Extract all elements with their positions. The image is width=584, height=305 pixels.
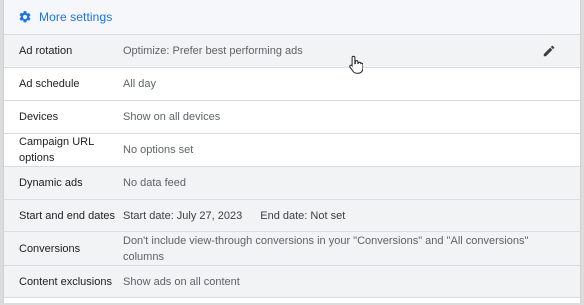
- edit-pencil-icon[interactable]: [542, 44, 556, 58]
- setting-label: Ad rotation: [19, 45, 73, 57]
- setting-row-conversions[interactable]: Conversions Don't include view-through c…: [4, 232, 580, 266]
- setting-label: Dynamic ads: [19, 177, 83, 189]
- more-settings-title[interactable]: More settings: [39, 10, 112, 24]
- hand-cursor-icon: [349, 55, 364, 74]
- setting-label: Start and end dates: [19, 209, 116, 222]
- start-date-value: Start date: July 27, 2023: [123, 209, 243, 222]
- more-settings-panel: More settings Ad rotation Optimize: Pref…: [3, 0, 581, 303]
- end-date-value: End date: Not set: [260, 209, 346, 222]
- setting-row-campaign-url-options[interactable]: Campaign URL options No options set: [4, 134, 580, 167]
- setting-value: All day: [123, 78, 157, 90]
- setting-value: Don't include view-through conversions i…: [123, 234, 529, 263]
- gear-icon: [18, 10, 32, 24]
- setting-label: Conversions: [19, 242, 81, 255]
- setting-row-dynamic-ads[interactable]: Dynamic ads No data feed: [4, 167, 580, 200]
- setting-label: Campaign URL options: [19, 136, 94, 164]
- setting-row-content-exclusions[interactable]: Content exclusions Show ads on all conte…: [4, 266, 580, 298]
- setting-value: Show ads on all content: [123, 275, 240, 288]
- setting-row-devices[interactable]: Devices Show on all devices: [4, 101, 580, 134]
- setting-label: Devices: [19, 111, 59, 123]
- setting-row-ad-rotation[interactable]: Ad rotation Optimize: Prefer best perfor…: [4, 35, 580, 68]
- setting-label: Content exclusions: [19, 275, 112, 288]
- setting-value: No options set: [123, 144, 194, 156]
- setting-row-ad-schedule[interactable]: Ad schedule All day: [4, 68, 580, 101]
- more-settings-header[interactable]: More settings: [4, 0, 580, 35]
- setting-value: Show on all devices: [123, 111, 221, 123]
- setting-row-start-end-dates[interactable]: Start and end dates Start date: July 27,…: [4, 200, 580, 232]
- setting-value: No data feed: [123, 177, 186, 189]
- setting-label: Ad schedule: [19, 78, 80, 90]
- setting-value: Start date: July 27, 2023 End date: Not s…: [123, 208, 580, 224]
